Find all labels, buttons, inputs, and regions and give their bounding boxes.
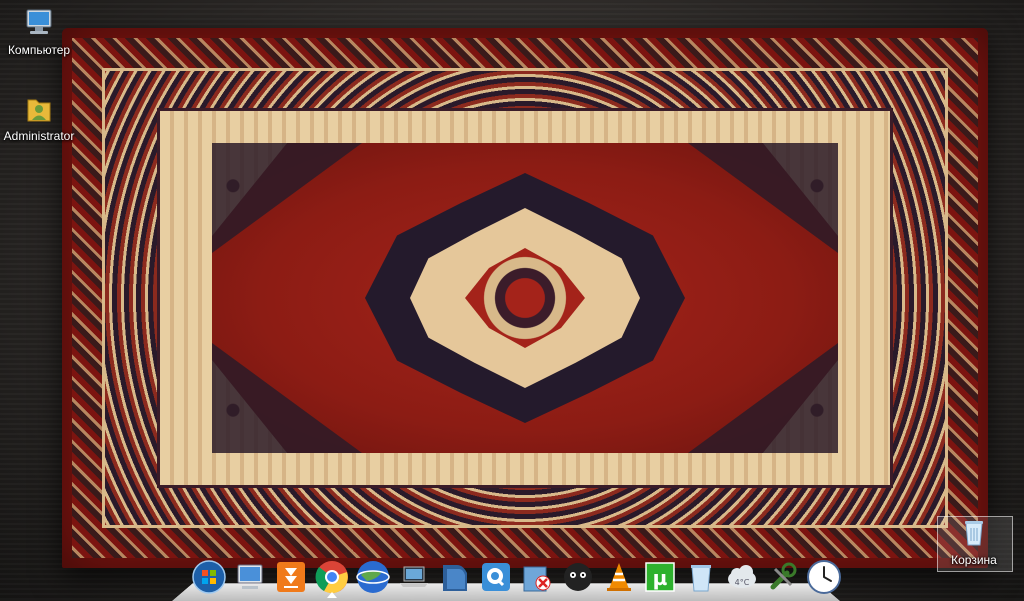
dock-active-indicator [327,592,337,598]
dock-item-laptop[interactable] [395,558,433,596]
dock: µ 4°C [190,552,843,596]
dock-item-messenger[interactable] [477,558,515,596]
dock-item-tools[interactable] [764,558,802,596]
globe-icon [356,561,390,593]
dock-item-tools-box[interactable] [518,558,556,596]
carpet-wallpaper-image [62,28,988,568]
dock-item-chrome[interactable] [313,558,351,596]
folder-icon [443,565,467,591]
desktop-icon-computer[interactable]: Компьютер [0,6,78,57]
recycle-bin-icon [965,521,983,546]
weather-cloud-icon: 4°C [728,565,756,588]
windows-logo-icon [192,560,226,594]
box-icon [523,566,551,592]
clock-icon [807,560,841,594]
laptop-icon [400,566,428,587]
download-arrow-icon [277,562,305,592]
dock-item-vlc[interactable] [600,558,638,596]
dock-item-weather[interactable]: 4°C [723,558,761,596]
dock-item-clock[interactable] [805,558,843,596]
computer-icon [26,9,52,34]
utorrent-icon: µ [645,562,675,592]
desktop-icon-label: Корзина [951,553,997,567]
sheep-icon [564,563,592,591]
dock-item-utorrent[interactable]: µ [641,558,679,596]
desktop-icon-label: Administrator [3,129,75,143]
desktop-icon-recycle-bin[interactable]: Корзина [935,516,1013,567]
desktop-icon-administrator[interactable]: Administrator [0,92,78,143]
dock-item-google-earth[interactable] [354,558,392,596]
dock-item-folder[interactable] [436,558,474,596]
chrome-icon [315,561,348,594]
wrench-icon [770,562,797,590]
weather-temperature: 4°C [735,578,750,587]
dock-item-computer[interactable] [231,558,269,596]
dock-item-sheep-player[interactable] [559,558,597,596]
chat-icon [482,563,510,591]
user-folder-icon [27,99,51,122]
desktop-icon-label: Компьютер [7,43,71,57]
trash-icon [691,565,711,592]
dock-start-button[interactable] [190,558,228,596]
vlc-cone-icon [607,563,631,591]
computer-icon [237,564,263,589]
dock-item-download-manager[interactable] [272,558,310,596]
svg-text:µ: µ [653,566,668,590]
dock-item-trash[interactable] [682,558,720,596]
